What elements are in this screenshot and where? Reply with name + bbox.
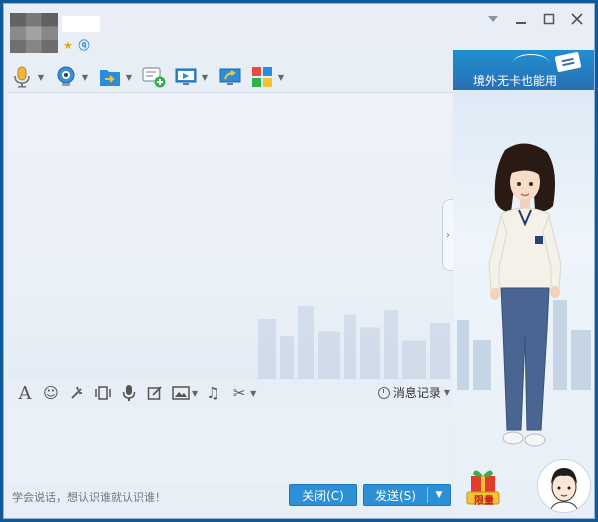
chevron-down-icon[interactable]: ▼ [250,389,256,398]
input-toolbar: A ☺ ▼ ♫ ✂ ▼ 消息记录 ▼ [14,382,452,404]
message-input[interactable] [8,406,452,484]
close-icon[interactable] [568,10,586,28]
webcam-icon [54,65,78,89]
close-button[interactable]: 关闭(C) [289,484,357,506]
side-panel: 境外无卡也能用 [453,50,594,518]
chevron-down-icon[interactable]: ▼ [192,389,198,398]
maximize-icon[interactable] [540,10,558,28]
send-file-button[interactable]: ▼ [98,65,134,89]
monitor-icon [174,65,198,89]
star-icon[interactable]: ★ [62,40,74,52]
chat-toolbar: ▼ ▼ ▼ ▼ ▼ [10,60,294,94]
user-avatar[interactable] [537,459,591,513]
dropdown-menu-icon[interactable] [484,10,502,28]
show-avatar-figure[interactable] [475,140,575,470]
chevron-down-icon[interactable]: ▼ [80,72,90,82]
folder-icon [98,65,122,89]
card-icon [554,51,582,73]
message-history-label: 消息记录 [392,386,441,400]
voice-message-icon[interactable] [118,383,140,403]
chevron-down-icon: ▼ [443,388,450,397]
ad-banner[interactable]: 境外无卡也能用 [453,50,594,90]
minimize-icon[interactable] [512,10,530,28]
apps-grid-icon [250,65,274,89]
message-history-area[interactable] [8,92,452,380]
contact-name-box[interactable] [62,16,100,32]
banner-text: 境外无卡也能用 [473,74,558,88]
city-skyline-background [258,293,452,379]
add-chat-icon [142,65,166,89]
font-icon[interactable]: A [14,383,36,404]
tip-text: 学会说话，想认识谁就认识谁！ [12,491,166,504]
qzone-icon[interactable]: ⓠ [78,40,90,52]
edit-icon[interactable] [144,383,166,403]
remote-assist-button[interactable]: ▼ [174,65,210,89]
microphone-icon [10,65,34,89]
gift-badge[interactable]: 限量 [465,466,501,507]
shake-window-icon[interactable] [92,383,114,403]
music-icon[interactable]: ♫ [202,383,224,403]
chevron-down-icon[interactable]: ▼ [200,72,210,82]
chevron-down-icon[interactable]: ▼ [36,72,46,82]
video-call-button[interactable]: ▼ [54,65,90,89]
clock-icon [377,386,390,399]
gift-label: 限量 [474,496,494,507]
chevron-down-icon[interactable]: ▼ [124,72,134,82]
voice-call-button[interactable]: ▼ [10,65,46,89]
message-history-button[interactable]: 消息记录 ▼ [377,384,450,401]
emoji-icon[interactable]: ☺ [40,383,62,403]
nudge-icon[interactable] [66,383,88,403]
share-screen-button[interactable] [218,65,242,89]
send-button[interactable]: 发送(S) ▼ [363,484,451,506]
image-icon[interactable] [170,383,192,403]
chat-header: ★ ⓠ [4,4,594,53]
create-discussion-button[interactable] [142,65,166,89]
chevron-down-icon[interactable]: ▼ [276,72,286,82]
contact-avatar[interactable] [10,13,58,53]
collapse-panel-handle[interactable]: › [442,199,453,271]
send-label: 发送(S) [375,488,416,503]
chat-window: ★ ⓠ ▼ ▼ ▼ ▼ ▼ › A ☺ ▼ ♫ ✂ ▼ 消息记录 ▼ 学会说话，… [3,3,595,519]
app-center-button[interactable]: ▼ [250,65,286,89]
scissors-icon[interactable]: ✂ [228,383,250,403]
send-options-dropdown[interactable]: ▼ [428,490,450,500]
screen-share-icon [218,65,242,89]
chevron-right-icon: › [446,229,450,241]
